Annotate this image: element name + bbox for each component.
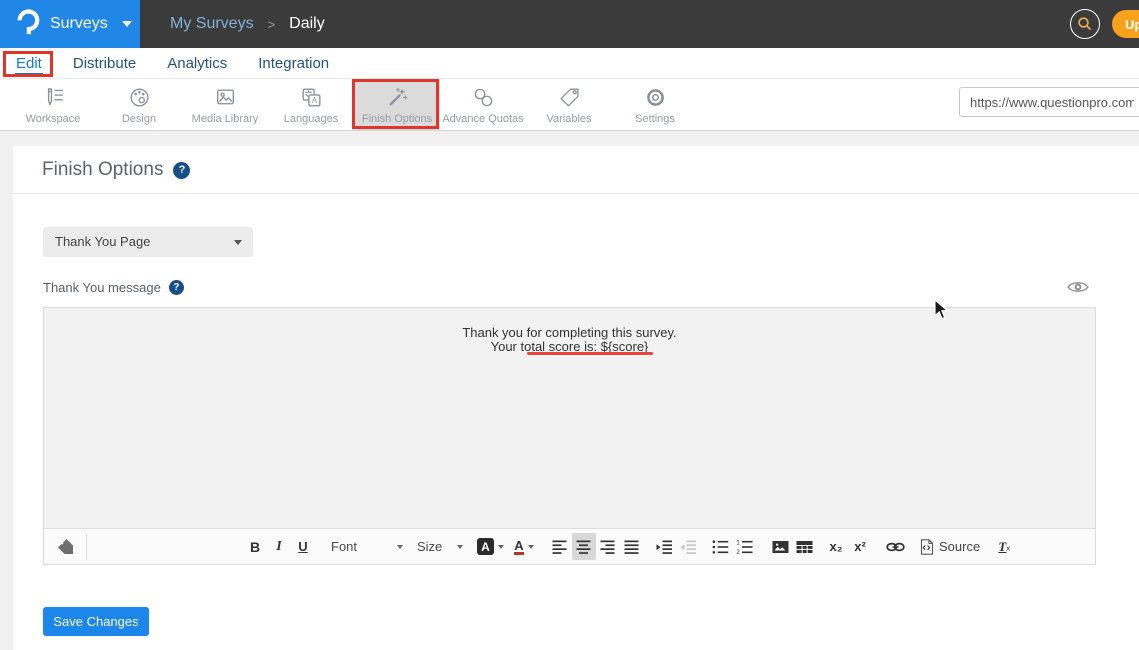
table-icon <box>796 539 813 555</box>
source-document-icon <box>920 539 934 555</box>
editor-line1: Thank you for completing this survey. <box>44 326 1095 340</box>
help-icon[interactable]: ? <box>169 280 184 295</box>
upgrade-button[interactable]: Up <box>1112 10 1139 38</box>
align-center-icon <box>576 539 593 555</box>
svg-text:2: 2 <box>736 549 740 554</box>
toolbar-item-finish-options[interactable]: Finish Options <box>354 79 440 130</box>
design-icon <box>127 85 152 110</box>
preview-button[interactable] <box>1066 279 1090 300</box>
breadcrumb-current: Daily <box>289 15 325 33</box>
message-label-row: Thank You message ? <box>43 280 184 295</box>
tag-icon <box>57 538 75 556</box>
product-menu-label: Surveys <box>50 15 108 33</box>
toolbar-item-media-library[interactable]: Media Library <box>182 79 268 130</box>
insert-table-button[interactable] <box>792 533 816 560</box>
questionpro-logo <box>16 9 40 39</box>
svg-text:A: A <box>311 96 317 105</box>
eye-icon <box>1066 279 1090 295</box>
survey-url-input[interactable] <box>959 87 1139 117</box>
toolbar-separator <box>86 534 87 560</box>
message-label: Thank You message <box>43 280 161 295</box>
finish-type-value: Thank You Page <box>43 227 253 257</box>
help-icon[interactable]: ? <box>173 162 190 179</box>
numbered-list-icon: 1 2 <box>736 539 753 555</box>
indent-increase-icon <box>656 539 673 555</box>
chevron-down-icon <box>457 545 463 549</box>
editor-toolbar: B I U Font Size A A <box>44 528 1095 564</box>
indent-increase-button[interactable] <box>652 533 676 560</box>
align-right-button[interactable] <box>596 533 620 560</box>
divider <box>13 193 1139 194</box>
tab-analytics[interactable]: Analytics <box>166 51 228 75</box>
underline-button[interactable]: U <box>291 533 315 560</box>
content-panel: Finish Options ? Thank You Page Thank Yo… <box>13 146 1139 650</box>
breadcrumb-separator: > <box>268 17 276 32</box>
toolbar-item-advance-quotas[interactable]: Advance Quotas <box>440 79 526 130</box>
align-center-button[interactable] <box>572 533 596 560</box>
align-left-button[interactable] <box>548 533 572 560</box>
top-bar: Surveys My Surveys > Daily Up <box>0 0 1139 48</box>
workspace-icon <box>41 85 66 110</box>
bold-button[interactable]: B <box>243 533 267 560</box>
variables-icon <box>557 85 582 110</box>
toolbar-item-settings[interactable]: Settings <box>612 79 698 130</box>
remove-format-button[interactable]: Tₓ <box>992 533 1016 560</box>
text-color-button[interactable]: A <box>512 533 536 560</box>
message-editor: Thank you for completing this survey. Yo… <box>43 307 1096 565</box>
font-dropdown[interactable]: Font <box>329 533 405 560</box>
bullet-list-button[interactable] <box>708 533 732 560</box>
settings-icon <box>643 85 668 110</box>
image-icon <box>772 539 789 555</box>
align-left-icon <box>552 539 569 555</box>
align-justify-button[interactable] <box>620 533 644 560</box>
advance-quotas-icon <box>471 85 496 110</box>
link-icon <box>886 541 906 553</box>
page-title: Finish Options <box>42 159 163 181</box>
insert-image-button[interactable] <box>768 533 792 560</box>
upgrade-label: Up <box>1125 17 1139 32</box>
tab-integration[interactable]: Integration <box>257 51 330 75</box>
bullet-list-icon <box>712 539 729 555</box>
align-justify-icon <box>624 539 641 555</box>
chevron-down-icon <box>397 545 403 549</box>
toolbar-item-design[interactable]: Design <box>96 79 182 130</box>
numbered-list-button[interactable]: 1 2 <box>732 533 756 560</box>
page-title-row: Finish Options ? <box>42 159 190 181</box>
annotation-underline-score <box>527 352 653 355</box>
insert-link-button[interactable] <box>884 533 908 560</box>
media-library-icon <box>213 85 238 110</box>
product-menu[interactable]: Surveys <box>0 0 140 48</box>
superscript-button[interactable]: x² <box>848 533 872 560</box>
search-button[interactable] <box>1070 9 1100 39</box>
languages-icon: A <box>299 85 324 110</box>
breadcrumb: My Surveys > Daily <box>170 0 325 48</box>
chevron-down-icon <box>498 545 504 549</box>
tab-edit[interactable]: Edit <box>15 51 43 75</box>
size-dropdown[interactable]: Size <box>415 533 465 560</box>
tab-distribute[interactable]: Distribute <box>72 51 137 75</box>
italic-button[interactable]: I <box>267 533 291 560</box>
editor-content[interactable]: Thank you for completing this survey. Yo… <box>44 308 1095 528</box>
toolbar-item-languages[interactable]: A Languages <box>268 79 354 130</box>
chevron-down-icon <box>122 21 132 27</box>
finish-options-icon <box>385 85 410 110</box>
breadcrumb-my-surveys[interactable]: My Surveys <box>170 15 254 33</box>
toolbar-item-variables[interactable]: Variables <box>526 79 612 130</box>
indent-decrease-icon <box>680 539 697 555</box>
svg-text:1: 1 <box>736 540 740 546</box>
finish-type-dropdown[interactable]: Thank You Page <box>43 227 253 257</box>
main-tabs: Edit Distribute Analytics Integration <box>0 48 1139 79</box>
chevron-down-icon <box>528 545 534 549</box>
insert-variable-button[interactable] <box>54 533 78 560</box>
source-button[interactable]: Source <box>920 533 980 560</box>
chevron-down-icon <box>234 240 242 245</box>
subscript-button[interactable]: x₂ <box>824 533 848 560</box>
save-changes-button[interactable]: Save Changes <box>43 607 149 636</box>
align-right-icon <box>600 539 617 555</box>
indent-decrease-button[interactable] <box>676 533 700 560</box>
search-icon <box>1077 16 1093 32</box>
background-color-button[interactable]: A <box>477 533 504 560</box>
toolbar-item-workspace[interactable]: Workspace <box>10 79 96 130</box>
